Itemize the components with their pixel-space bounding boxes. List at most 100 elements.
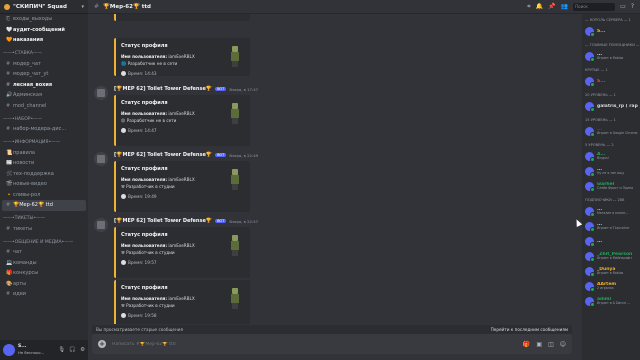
avatar <box>585 207 595 217</box>
channel-item[interactable]: # идеи <box>0 289 88 300</box>
channel-category[interactable]: ——•информация•—— <box>0 138 88 148</box>
channel-item[interactable]: # 🏆Мер-62🏆 ttd <box>2 200 86 211</box>
channel-item[interactable]: # чат <box>0 247 88 258</box>
member-item[interactable]: AArtem 2 игралок <box>582 279 640 294</box>
search-input[interactable]: Поиск <box>573 2 616 11</box>
embed-user-label: Имя пользователя: <box>121 243 168 248</box>
author-name[interactable]: [🏆MEP 62] Toilet Tower Defense🏆 <box>114 86 212 92</box>
member-item[interactable]: S... <box>582 74 640 89</box>
channel-item[interactable]: # тикеты <box>0 224 88 235</box>
bot-badge: BOT <box>215 153 227 157</box>
channel-label: Админская <box>13 92 43 99</box>
gift-icon[interactable]: 🎁 <box>523 341 530 348</box>
channel-item[interactable]: # модер_чат_yt <box>0 69 88 80</box>
channel-type-icon: 🎨 <box>6 280 13 287</box>
channel-category[interactable]: ——•тикеты•—— <box>0 214 88 224</box>
avatar <box>585 102 595 112</box>
bot-badge: BOT <box>215 219 227 223</box>
inbox-icon[interactable]: ▭ <box>620 3 626 10</box>
avatar[interactable] <box>94 152 108 166</box>
roblox-avatar-thumbnail[interactable] <box>228 235 242 257</box>
clock-icon <box>121 71 126 76</box>
sticker-icon[interactable]: ◫ <box>548 341 554 348</box>
channel-category[interactable]: ——•ставка—— <box>0 49 88 59</box>
channel-item[interactable]: 🔸 сливы-рол <box>0 190 88 201</box>
channel-type-icon: 🔊 <box>6 92 13 99</box>
member-item[interactable]: S... <box>582 24 640 39</box>
add-attachment-icon[interactable]: + <box>98 340 106 348</box>
member-item[interactable]: warhel Слейв Фрост и Прини <box>582 179 640 194</box>
member-item[interactable]: ... Ну не я тип ищу <box>582 164 640 179</box>
avatar <box>585 77 595 87</box>
message-input[interactable] <box>112 341 517 347</box>
member-item[interactable]: ... Играет в Roblox <box>582 49 640 64</box>
member-item[interactable]: adiml Играет в A Dance ... <box>582 294 640 309</box>
avatar[interactable] <box>3 344 15 356</box>
gif-icon[interactable]: ▣ <box>536 341 542 348</box>
channel-type-icon: # <box>6 225 11 232</box>
roblox-avatar-thumbnail[interactable] <box>228 103 242 125</box>
member-status: 2 игралок <box>597 286 614 291</box>
channel-type-icon: ⎗ <box>6 16 11 23</box>
member-status: Bingus! <box>597 156 610 161</box>
roblox-avatar-thumbnail[interactable] <box>228 288 242 310</box>
author-name[interactable]: [🏆MEP 62] Toilet Tower Defense🏆 <box>114 218 212 224</box>
embed: Статус профиля Имя пользователя: iamExeRB… <box>114 161 250 212</box>
emoji-icon[interactable]: ☺ <box>560 341 566 348</box>
avatar <box>585 282 595 292</box>
jump-to-present-button[interactable]: Перейти к последним сообщениям <box>491 327 568 332</box>
avatar[interactable] <box>94 86 108 100</box>
author-name[interactable]: [🏆MEP 62] Toilet Tower Defense🏆 <box>114 152 212 158</box>
headphones-icon[interactable]: 🎧 <box>69 347 76 353</box>
channel-item[interactable]: # набор-модера-дис... <box>0 124 88 135</box>
gear-icon[interactable]: ⚙ <box>80 347 85 353</box>
channel-category[interactable]: ——•общение и медиа•—— <box>0 237 88 247</box>
embed-time: Время: 19:49 <box>128 194 157 199</box>
channel-item[interactable]: # лесная_вохия <box>0 80 88 91</box>
member-item[interactable]: ... Магазин в клоне... <box>582 204 640 219</box>
threads-icon[interactable]: ⌗ <box>527 3 530 11</box>
server-header[interactable]: "СКИПИЧ" Squad ▾ <box>0 0 88 14</box>
server-sidebar: "СКИПИЧ" Squad ▾ ⎗ входы_выходы 🤍 аудит-соо… <box>0 0 88 360</box>
channel-item[interactable]: ⎗ входы_выходы <box>0 14 88 25</box>
hash-icon: # <box>94 3 100 10</box>
roblox-avatar-thumbnail[interactable] <box>228 46 242 68</box>
members-icon[interactable]: 👥 <box>561 3 568 10</box>
channel-label: правила <box>13 149 35 156</box>
status-icon: 😡 <box>121 118 126 123</box>
channel-label: лесная_вохия <box>13 81 53 88</box>
channel-item[interactable]: 🎬 новые-видео <box>0 179 88 190</box>
channel-item[interactable]: 🛠 тех-поддержка <box>0 169 88 180</box>
help-icon[interactable]: ? <box>631 3 634 10</box>
channel-item[interactable]: 📰 новости <box>0 158 88 169</box>
member-status: Играет в Roblox <box>597 56 624 61</box>
timestamp: Вчера, в 22:57 <box>229 218 259 224</box>
avatar <box>585 252 595 262</box>
channel-item[interactable]: 📜 правила <box>0 148 88 159</box>
avatar[interactable] <box>94 218 108 232</box>
roblox-avatar-thumbnail[interactable] <box>228 169 242 191</box>
channel-item[interactable]: # mod_channel <box>0 101 88 112</box>
member-item[interactable]: ... <box>582 234 640 249</box>
channel-item[interactable]: # модер_чат <box>0 59 88 70</box>
member-item[interactable]: ... Играет в TLauncher <box>582 219 640 234</box>
channel-item[interactable]: 🎁 конкурсы <box>0 268 88 279</box>
member-item[interactable]: _Dunya Играет в Roblox <box>582 264 640 279</box>
member-item[interactable]: galatris_rp ( rap ) <box>582 99 640 114</box>
member-item[interactable]: А... Bingus! <box>582 149 640 164</box>
channel-item[interactable]: 💻 команды <box>0 258 88 269</box>
channel-item[interactable]: 🤍 аудит-сообщений <box>0 25 88 36</box>
microphone-icon[interactable]: 🎙 <box>58 347 65 353</box>
channel-type-icon: # <box>6 71 11 78</box>
member-item[interactable]: _Zhit_Pearson Играет в Майнкрафт <box>582 249 640 264</box>
channel-item[interactable]: 🧡 наказания <box>0 35 88 46</box>
bell-icon[interactable]: 🔔 <box>536 3 543 10</box>
pin-icon[interactable]: 📌 <box>548 3 555 10</box>
embed-user-label: Имя пользователя: <box>121 296 168 301</box>
status-icon: ⚒ <box>121 303 125 308</box>
embed-user-line: Имя пользователя: iamExeRBLX <box>121 243 195 248</box>
channel-item[interactable]: 🔊 Админская <box>0 90 88 101</box>
channel-category[interactable]: ——•набор•—— <box>0 114 88 124</box>
member-item[interactable]: ... Играет в Google Chrome <box>582 124 640 139</box>
channel-item[interactable]: 🎨 арты <box>0 279 88 290</box>
